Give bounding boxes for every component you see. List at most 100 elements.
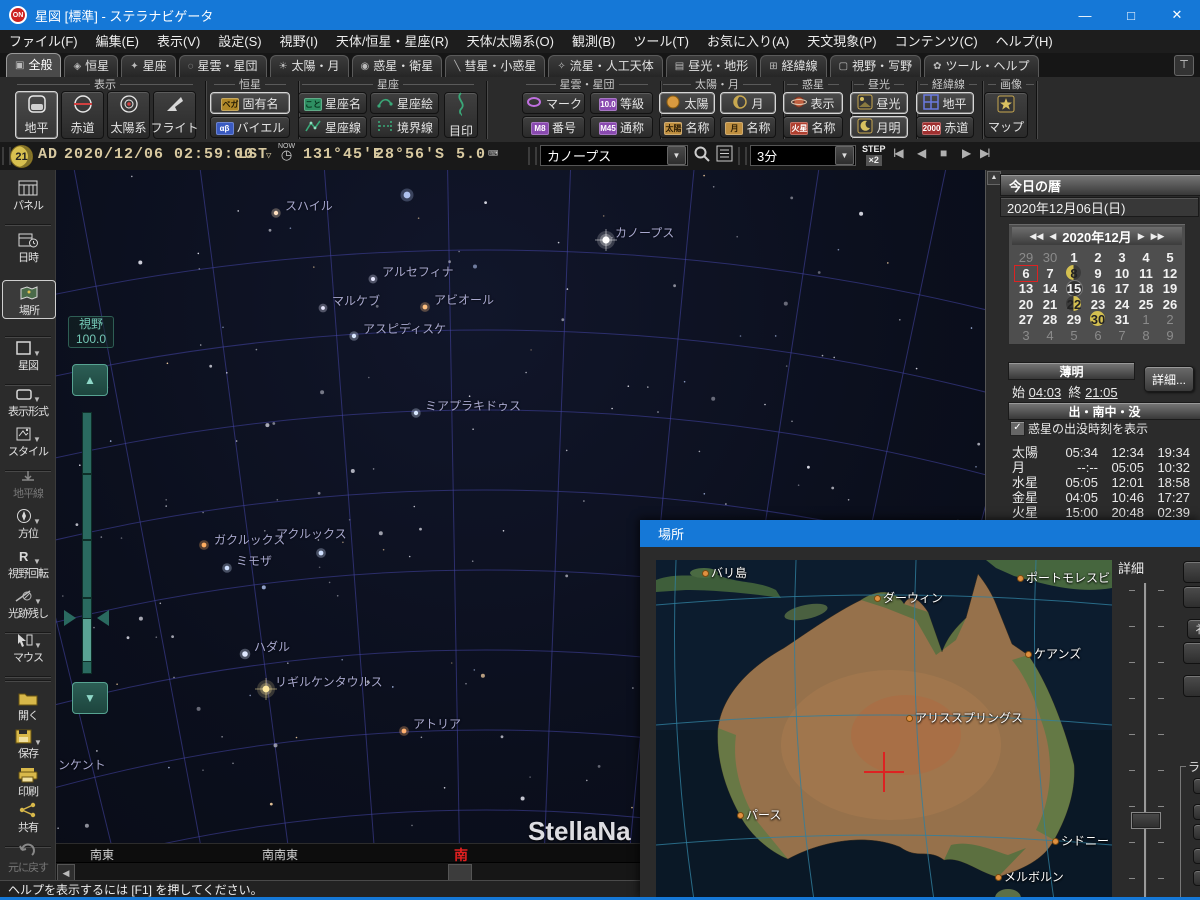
menu-item-0[interactable]: ファイル(F) — [0, 30, 87, 53]
menu-item-11[interactable]: コンテンツ(C) — [886, 30, 987, 53]
ribbon-button-マップ[interactable]: マップ — [984, 92, 1028, 138]
sidebar-item-印刷[interactable]: 印刷 — [2, 766, 54, 799]
calendar-day-2[interactable]: 2 — [1087, 250, 1109, 265]
edge-button-2[interactable]: 衤 — [1187, 619, 1200, 639]
tab-ツール・ヘルプ[interactable]: ✿ツール・ヘルプ — [924, 55, 1038, 77]
ribbon-button-地平[interactable]: 地平 — [15, 91, 58, 139]
calendar-day-6[interactable]: 6 — [1087, 328, 1109, 343]
tab-視野・写野[interactable]: ▢視野・写野 — [830, 55, 921, 77]
tab-惑星・衛星[interactable]: ◉惑星・衛星 — [352, 55, 443, 77]
pin-icon[interactable]: ⊤ — [1174, 55, 1194, 76]
calendar-day-30[interactable]: 30 — [1087, 312, 1109, 327]
ribbon-button-星座絵[interactable]: 星座絵 — [370, 92, 439, 114]
sidebar-item-視野回転[interactable]: R▼視野回転 — [2, 548, 54, 581]
fov-zoom-out-button[interactable]: ▼ — [72, 682, 108, 714]
calendar-day-27[interactable]: 27 — [1015, 312, 1037, 327]
sidebar-item-共有[interactable]: 共有 — [2, 802, 54, 835]
ribbon-button-境界線[interactable]: 境界線 — [370, 116, 439, 138]
keyboard-icon[interactable]: ⌨ — [488, 144, 498, 165]
ribbon-button-バイエル[interactable]: αβバイエル — [210, 116, 290, 138]
ribbon-button-太陽[interactable]: 太陽 — [659, 92, 715, 114]
sidebar-item-スタイル[interactable]: ▼スタイル — [2, 426, 54, 459]
calendar-day-4[interactable]: 4 — [1135, 250, 1157, 265]
tab-恒星[interactable]: ◈恒星 — [64, 55, 118, 77]
dropdown-arrow-icon[interactable]: ▼ — [33, 349, 41, 358]
close-button[interactable]: ✕ — [1154, 0, 1200, 30]
menu-item-8[interactable]: ツール(T) — [624, 30, 698, 53]
twilight-start-time[interactable]: 04:03 — [1029, 385, 1062, 400]
time-step-combobox[interactable]: 3分▼ — [750, 145, 856, 166]
ribbon-button-表示[interactable]: 表示 — [783, 92, 843, 114]
calendar-day-29[interactable]: 29 — [1015, 250, 1037, 265]
calendar-day-31[interactable]: 31 — [1111, 312, 1133, 327]
sidebar-item-場所[interactable]: 場所 — [2, 280, 56, 319]
calendar-day-10[interactable]: 10 — [1111, 266, 1133, 281]
calendar-day-12[interactable]: 12 — [1159, 266, 1181, 281]
sidebar-item-表示形式[interactable]: ▼表示形式 — [2, 386, 54, 419]
step-multiplier-icon[interactable]: STEP×2 — [862, 144, 886, 166]
map-zoom-slider[interactable] — [1144, 583, 1146, 900]
edge-widget-2[interactable] — [1193, 824, 1200, 840]
maximize-button[interactable]: □ — [1108, 0, 1154, 30]
ribbon-button-地平[interactable]: 地平 — [916, 92, 974, 114]
ribbon-button-固有名[interactable]: ベガ固有名 — [210, 92, 290, 114]
calendar-day-17[interactable]: 17 — [1111, 281, 1133, 296]
play-forward-button[interactable]: ▶ — [962, 146, 969, 160]
calendar-next-month-button[interactable]: ▶ — [1138, 231, 1145, 242]
menu-item-10[interactable]: 天文現象(P) — [798, 30, 885, 53]
sidebar-item-光跡残し[interactable]: ▼光跡残し — [2, 588, 54, 621]
dropdown-arrow-icon[interactable]: ▼ — [33, 517, 41, 526]
edge-button-1[interactable] — [1183, 586, 1200, 608]
panel-scroll-up-icon[interactable]: ▲ — [987, 171, 1001, 185]
combo-arrow-icon[interactable]: ▼ — [667, 146, 686, 165]
calendar-day-5[interactable]: 5 — [1063, 328, 1085, 343]
menu-item-4[interactable]: 視野(I) — [271, 30, 327, 53]
jump-forward-button[interactable]: ▶I — [980, 146, 989, 160]
ribbon-button-星座線[interactable]: 星座線 — [298, 116, 367, 138]
menu-item-3[interactable]: 設定(S) — [209, 30, 270, 53]
dropdown-arrow-icon[interactable]: ▼ — [33, 395, 41, 404]
tab-全般[interactable]: ▣全般 — [6, 53, 61, 77]
ribbon-button-月明[interactable]: 月明 — [850, 116, 908, 138]
calendar-day-5[interactable]: 5 — [1159, 250, 1181, 265]
tab-彗星・小惑星[interactable]: ╲彗星・小惑星 — [445, 55, 545, 77]
menu-item-5[interactable]: 天体/恒星・星座(R) — [327, 30, 458, 53]
twilight-end-time[interactable]: 21:05 — [1085, 385, 1118, 400]
ribbon-button-赤道[interactable]: 赤道 — [61, 91, 104, 139]
calendar-day-3[interactable]: 3 — [1111, 250, 1133, 265]
calendar-day-18[interactable]: 18 — [1135, 281, 1157, 296]
tab-経緯線[interactable]: ⊞経緯線 — [760, 55, 826, 77]
ribbon-button-赤道[interactable]: 2000赤道 — [916, 116, 974, 138]
tab-星雲・星団[interactable]: ◌星雲・星団 — [179, 55, 267, 77]
datetime-value[interactable]: 2020/12/06 02:59:00 — [64, 146, 254, 163]
sidebar-item-保存[interactable]: ▼保存 — [2, 728, 54, 761]
calendar-day-28[interactable]: 28 — [1039, 312, 1061, 327]
calendar-day-1[interactable]: 1 — [1063, 250, 1085, 265]
calendar-day-3[interactable]: 3 — [1015, 328, 1037, 343]
ribbon-button-通称[interactable]: M45通称 — [590, 116, 653, 138]
sidebar-item-方位[interactable]: ▼方位 — [2, 508, 54, 541]
lst-label[interactable]: LST — [238, 146, 268, 163]
stop-button[interactable]: ■ — [940, 146, 945, 160]
menu-item-6[interactable]: 天体/太陽系(O) — [458, 30, 563, 53]
calendar-day-19[interactable]: 19 — [1159, 281, 1181, 296]
calendar-prev-month-button[interactable]: ◀ — [1049, 231, 1056, 242]
edge-widget-3[interactable] — [1193, 848, 1200, 864]
sidebar-item-開く[interactable]: 開く — [2, 690, 54, 723]
tab-流星・人工天体[interactable]: ✧流星・人工天体 — [548, 55, 662, 77]
twilight-detail-button[interactable]: 詳細... — [1144, 366, 1194, 392]
calendar-day-9[interactable]: 9 — [1159, 328, 1181, 343]
ribbon-button-太陽系[interactable]: 太陽系 — [107, 91, 150, 139]
dropdown-arrow-icon[interactable]: ▼ — [34, 641, 42, 650]
edge-widget-4[interactable] — [1193, 870, 1200, 886]
calendar-day-23[interactable]: 23 — [1087, 297, 1109, 312]
location-map[interactable]: バリ島ダーウィンポートモレスビケアンズアリススプリングスパースシドニーメルボルン — [656, 560, 1112, 900]
tab-星座[interactable]: ✦星座 — [121, 55, 175, 77]
edge-button-4[interactable] — [1183, 675, 1200, 697]
dropdown-arrow-icon[interactable]: ▼ — [34, 597, 42, 606]
calendar-day-25[interactable]: 25 — [1135, 297, 1157, 312]
calendar-day-15[interactable]: 15 — [1063, 281, 1085, 296]
calendar-day-7[interactable]: 7 — [1111, 328, 1133, 343]
calendar-day-13[interactable]: 13 — [1015, 281, 1037, 296]
search-icon[interactable] — [693, 145, 711, 163]
